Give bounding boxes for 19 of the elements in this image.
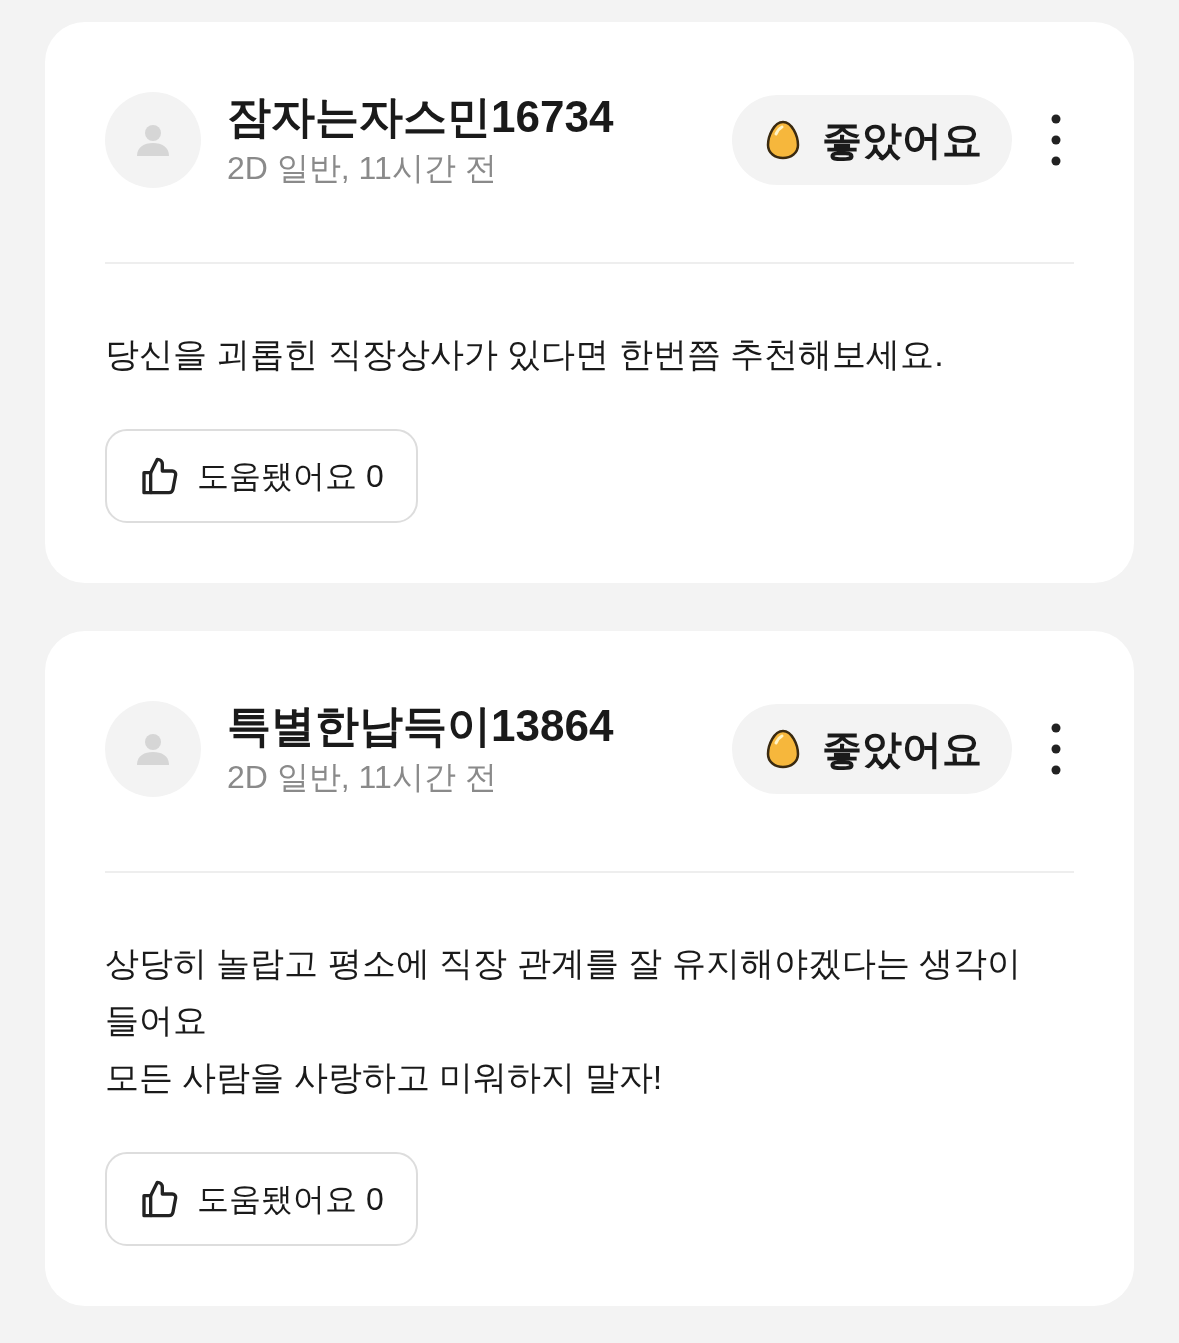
egg-icon	[766, 729, 800, 769]
review-text: 당신을 괴롭힌 직장상사가 있다면 한번쯤 추천해보세요.	[105, 334, 945, 375]
review-meta: 2D 일반, 11시간 전	[227, 758, 498, 797]
thumbs-up-icon	[139, 1179, 179, 1219]
more-icon	[1051, 114, 1061, 166]
thumbs-up-icon	[139, 456, 179, 496]
person-icon	[136, 732, 170, 766]
reaction-label: 좋았어요	[822, 726, 982, 773]
review-text: 상당히 놀랍고 평소에 직장 관계를 잘 유지해야겠다는 생각이 들어요	[105, 943, 1023, 1041]
author-name: 특별한납득이13864	[227, 700, 615, 752]
person-icon	[136, 123, 170, 157]
reaction-label: 좋았어요	[822, 117, 982, 164]
review-meta: 2D 일반, 11시간 전	[227, 149, 498, 188]
helpful-button[interactable]: 도움됐어요 0	[105, 1152, 418, 1246]
helpful-button[interactable]: 도움됐어요 0	[105, 429, 418, 523]
author-name: 잠자는자스민16734	[227, 91, 615, 143]
egg-icon	[766, 120, 800, 160]
review-text: 모든 사람을 사랑하고 미워하지 말자!	[105, 1057, 664, 1098]
more-icon	[1051, 723, 1061, 775]
